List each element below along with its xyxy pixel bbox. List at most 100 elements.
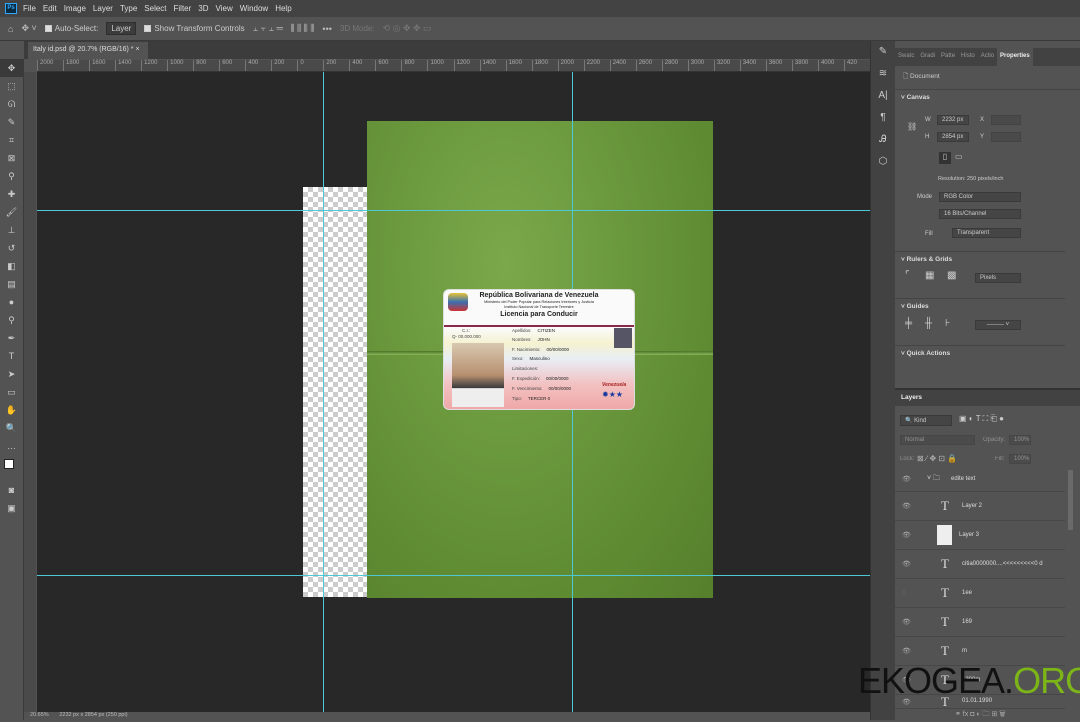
menu-image[interactable]: Image <box>64 4 86 13</box>
height-input[interactable]: 2854 px <box>937 132 969 142</box>
color-swatches[interactable] <box>0 455 23 481</box>
opacity-input[interactable]: 100% <box>1009 435 1031 445</box>
menu-edit[interactable]: Edit <box>43 4 57 13</box>
menu-view[interactable]: View <box>216 4 233 13</box>
visibility-eye-icon[interactable]: 👁 <box>902 618 911 626</box>
pen-tool-icon[interactable]: ✒ <box>0 329 23 347</box>
menu-type[interactable]: Type <box>120 4 137 13</box>
auto-select-target-dropdown[interactable]: Layer <box>106 22 137 35</box>
screen-mode-icon[interactable]: ▣ <box>0 499 23 517</box>
brush-settings-icon[interactable]: ✎ <box>871 41 895 63</box>
blur-tool-icon[interactable]: ● <box>0 293 23 311</box>
width-input[interactable]: 2232 px <box>937 115 969 125</box>
visibility-eye-icon[interactable]: 👁 <box>902 502 911 510</box>
units-dropdown[interactable]: Pixels <box>975 273 1021 283</box>
crop-tool-icon[interactable]: ⌗ <box>0 131 23 149</box>
move-tool-icon[interactable]: ✥ ˅ <box>21 23 36 34</box>
glyphs-icon[interactable]: Ꭿ <box>871 129 895 151</box>
marquee-tool-icon[interactable]: ⬚ <box>0 77 23 95</box>
guide-layout-icon[interactable]: ╫ <box>925 318 932 329</box>
landscape-orientation-icon[interactable]: ▭ <box>955 152 963 161</box>
3d-tools-icons[interactable]: ⟲ ◎ ✥ ✥ ▭ <box>383 23 432 34</box>
x-input[interactable] <box>991 115 1021 125</box>
menu-3d[interactable]: 3D <box>198 4 208 13</box>
guide-horizontal[interactable] <box>37 575 870 576</box>
layer-row[interactable]: 👁 Layer 3 <box>895 521 1065 550</box>
link-icon[interactable]: ⛓ <box>907 122 917 131</box>
stamp-tool-icon[interactable]: ⊥ <box>0 221 23 239</box>
layer-row[interactable]: 👁 T 169 <box>895 608 1065 637</box>
character-icon[interactable]: A| <box>871 85 895 107</box>
layer-filter-icons[interactable]: ▣ ◐ T ⛶ ⎗ ● <box>959 414 1004 424</box>
path-select-tool-icon[interactable]: ➤ <box>0 365 23 383</box>
type-tool-icon[interactable]: T <box>0 347 23 365</box>
tab-layers[interactable]: Layers <box>901 394 922 401</box>
gradient-tool-icon[interactable]: ▤ <box>0 275 23 293</box>
tab-properties[interactable]: Properties <box>997 48 1033 66</box>
dodge-tool-icon[interactable]: ⚲ <box>0 311 23 329</box>
tab-history[interactable]: Histo <box>958 48 978 66</box>
canvas-area[interactable]: República Bolivariana de Venezuela Minis… <box>37 72 870 712</box>
menu-filter[interactable]: Filter <box>174 4 192 13</box>
guide-horizontal[interactable] <box>37 210 870 211</box>
new-guide-icon[interactable]: ⊦ <box>945 318 950 329</box>
menu-window[interactable]: Window <box>240 4 268 13</box>
healing-tool-icon[interactable]: ✚ <box>0 185 23 203</box>
quick-select-tool-icon[interactable]: ✎ <box>0 113 23 131</box>
visibility-eye-icon[interactable]: 👁 <box>902 531 911 539</box>
fill-dropdown[interactable]: Transparent <box>952 228 1021 238</box>
menu-help[interactable]: Help <box>275 4 291 13</box>
layers-scrollbar[interactable] <box>1068 470 1073 530</box>
menu-file[interactable]: File <box>23 4 36 13</box>
menu-select[interactable]: Select <box>144 4 166 13</box>
align-icons[interactable]: ⫠ ⫟ ⫠ ═ ⫼ ⫼ ⫼ ⫼ <box>253 23 315 34</box>
rulers-toggle-icon[interactable]: ⌜ <box>905 270 910 281</box>
history-brush-icon[interactable]: ↺ <box>0 239 23 257</box>
visibility-eye-icon[interactable]: 👁 <box>902 475 911 483</box>
rectangle-tool-icon[interactable]: ▭ <box>0 383 23 401</box>
grid-toggle-icon[interactable]: ▦ <box>925 270 934 281</box>
hand-tool-icon[interactable]: ✋ <box>0 401 23 419</box>
color-mode-dropdown[interactable]: RGB Color <box>939 192 1021 202</box>
document-tab[interactable]: Italy id.psd @ 20.7% (RGB/16) * × <box>28 42 148 59</box>
pixel-grid-icon[interactable]: ▩ <box>947 270 956 281</box>
tab-patterns[interactable]: Patte <box>938 48 958 66</box>
brush-tool-icon[interactable]: 🖌 <box>0 203 23 221</box>
frame-tool-icon[interactable]: ⊠ <box>0 149 23 167</box>
guide-style-dropdown[interactable]: ──── ˅ <box>975 320 1021 330</box>
visibility-eye-icon[interactable]: ▯ <box>902 589 906 597</box>
quick-mask-icon[interactable]: ◙ <box>0 481 23 499</box>
filter-kind-dropdown[interactable]: 🔍 Kind <box>900 415 952 426</box>
layer-row[interactable]: ▯ T 1ee <box>895 579 1065 608</box>
guide-vertical[interactable] <box>323 72 324 712</box>
move-tool-icon[interactable]: ✥ <box>0 59 23 77</box>
layer-row[interactable]: 👁 T Layer 2 <box>895 492 1065 521</box>
eyedropper-tool-icon[interactable]: ⚲ <box>0 167 23 185</box>
show-transform-checkbox[interactable]: Show Transform Controls <box>144 24 245 33</box>
3d-icon[interactable]: ⬡ <box>871 151 895 173</box>
more-options-button[interactable]: ••• <box>322 24 331 34</box>
home-icon[interactable]: ⌂ <box>8 24 13 34</box>
paragraph-icon[interactable]: ¶ <box>871 107 895 129</box>
portrait-orientation-icon[interactable]: ▯ <box>939 152 951 164</box>
layer-actions-bar[interactable]: ⚭ fx ◘ ◐ 🗀 ⊞ 🗑 <box>895 710 1080 722</box>
zoom-level[interactable]: 20.65% <box>30 712 49 718</box>
y-input[interactable] <box>991 132 1021 142</box>
layer-row[interactable]: 👁 Tcitia0000000....<<<<<<<<<0 d <box>895 550 1065 579</box>
zoom-tool-icon[interactable]: 🔍 <box>0 419 23 437</box>
guide-lock-icon[interactable]: ╪ <box>905 318 912 329</box>
lasso-tool-icon[interactable]: ᘏ <box>0 95 23 113</box>
brushes-icon[interactable]: ≋ <box>871 63 895 85</box>
tab-swatches[interactable]: Swatc <box>895 48 917 66</box>
layer-group-row[interactable]: 👁 ˅ 🗀 edite text <box>895 468 1065 492</box>
visibility-eye-icon[interactable]: 👁 <box>902 560 911 568</box>
tab-gradients[interactable]: Gradi <box>917 48 938 66</box>
menu-layer[interactable]: Layer <box>93 4 113 13</box>
fill-input[interactable]: 100% <box>1009 454 1031 464</box>
eraser-tool-icon[interactable]: ◧ <box>0 257 23 275</box>
lock-icons[interactable]: ⊠ ∕ ✥ ⊡ 🔒 <box>917 454 957 463</box>
blend-mode-dropdown[interactable]: Normal <box>900 435 975 445</box>
bit-depth-dropdown[interactable]: 16 Bits/Channel <box>939 209 1021 219</box>
visibility-eye-icon[interactable]: 👁 <box>902 647 911 655</box>
tab-actions[interactable]: Actio <box>978 48 997 66</box>
